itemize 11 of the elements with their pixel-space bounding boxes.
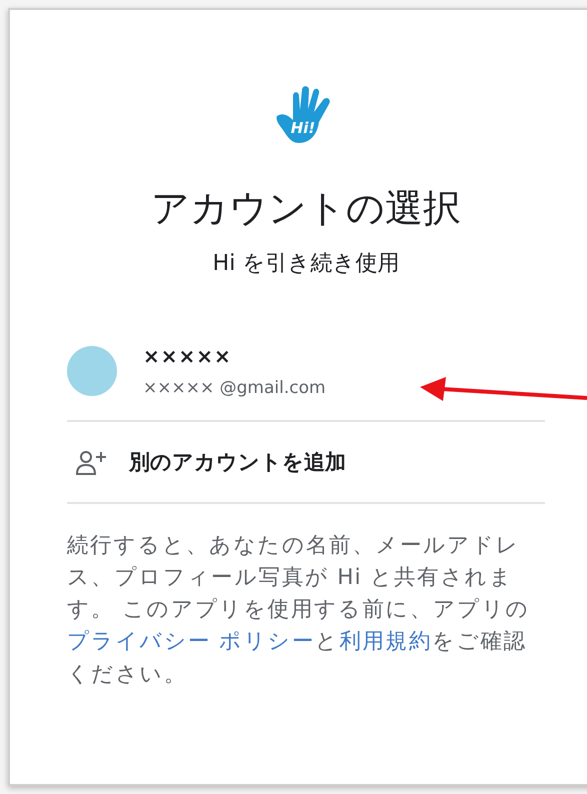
account-email: ××××× @gmail.com: [143, 378, 326, 398]
add-person-icon: [75, 448, 107, 475]
avatar: [67, 346, 117, 396]
policy-link[interactable]: プライバシー ポリシー: [67, 629, 316, 654]
page-title: アカウントの選択: [150, 186, 462, 232]
privacy-notice: 続行すると、あなたの名前、メールアドレス、プロフィール写真が Hi と共有されます。 このアプリを使用する前に、アプリの プライバシー ポリシー と 利用規約 をご確認ください。: [67, 532, 531, 689]
add-account-button[interactable]: 別のアカウントを追加: [67, 422, 545, 502]
policy-link[interactable]: 利用規約: [339, 629, 432, 654]
logo-text: Hi!: [290, 119, 316, 137]
page-subtitle: Hi を引き続き使用: [212, 250, 400, 278]
account-name[interactable]: ×××××: [143, 344, 326, 368]
